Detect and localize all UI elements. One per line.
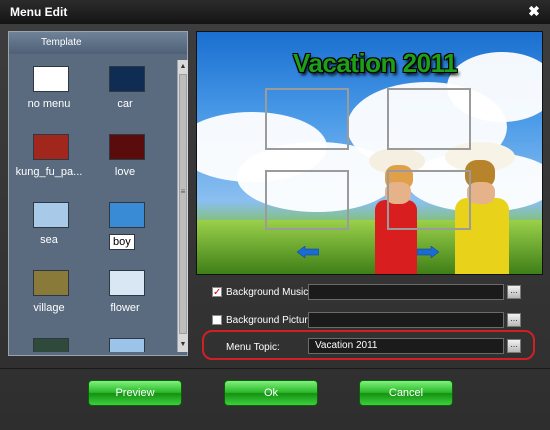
menu-title-text: Vacation 2011 <box>293 48 458 78</box>
preview-button[interactable]: Preview <box>88 380 182 406</box>
chapter-frame[interactable] <box>265 88 349 150</box>
ok-button[interactable]: Ok <box>224 380 318 406</box>
template-item[interactable]: car <box>89 60 161 126</box>
template-item[interactable]: village <box>13 264 85 330</box>
title-bar: Menu Edit ✖ <box>0 0 550 25</box>
background-music-label: Background Music: <box>226 287 312 298</box>
template-list: no menu car kung_fu_pa... love sea boy village… <box>13 60 177 352</box>
background-music-field[interactable] <box>308 284 504 300</box>
chapter-frame[interactable] <box>387 170 471 230</box>
template-header-label: Template <box>41 37 82 48</box>
menu-topic-label: Menu Topic: <box>226 342 280 353</box>
template-thumbnail[interactable] <box>109 202 145 228</box>
template-thumbnail[interactable] <box>109 134 145 160</box>
scroll-down-icon[interactable]: ▼ <box>178 340 188 350</box>
divider <box>0 368 550 369</box>
background-picture-field[interactable] <box>308 312 504 328</box>
template-thumbnail[interactable] <box>109 270 145 296</box>
template-item[interactable]: boy <box>89 196 161 262</box>
template-item[interactable]: flower <box>89 264 161 330</box>
scroll-thumb[interactable]: ≡ <box>179 74 187 334</box>
template-label: village <box>33 302 65 314</box>
person-shoulders <box>467 182 495 204</box>
template-label: car <box>117 98 133 110</box>
template-thumbnail[interactable] <box>109 66 145 92</box>
template-thumbnail[interactable] <box>33 338 69 352</box>
template-thumbnail[interactable] <box>109 338 145 352</box>
template-label: boy <box>109 234 135 250</box>
template-label: love <box>114 166 136 178</box>
menu-topic-browse-button[interactable]: ... <box>507 339 521 353</box>
template-item[interactable]: sea <box>13 196 85 262</box>
menu-topic-input[interactable]: Vacation 2011 <box>308 338 504 354</box>
template-thumbnail[interactable] <box>33 134 69 160</box>
right-arrow-icon[interactable] <box>417 246 439 258</box>
window-title: Menu Edit <box>10 5 68 19</box>
chapter-frame[interactable] <box>387 88 471 150</box>
background-picture-browse-button[interactable]: ... <box>507 313 521 327</box>
template-thumbnail[interactable] <box>33 66 69 92</box>
template-item[interactable]: love <box>89 128 161 194</box>
template-item[interactable]: kung_fu_pa... <box>13 128 85 194</box>
template-scrollbar[interactable]: ▲ ≡ ▼ <box>177 60 188 352</box>
background-picture-checkbox[interactable] <box>212 315 222 325</box>
template-item[interactable]: no menu <box>13 60 85 126</box>
background-picture-label: Background Picture: <box>226 315 317 326</box>
menu-preview: Vacation 2011 <box>196 31 543 275</box>
template-panel: Template no menu car kung_fu_pa... love sea b… <box>8 31 188 356</box>
chapter-frame[interactable] <box>265 170 349 230</box>
template-header: Template <box>9 32 187 54</box>
close-icon[interactable]: ✖ <box>526 3 542 19</box>
scroll-grip-icon: ≡ <box>180 187 186 196</box>
menu-topic-row: Menu Topic: <box>226 339 306 355</box>
template-label: sea <box>40 234 58 246</box>
template-thumbnail[interactable] <box>33 202 69 228</box>
template-item[interactable] <box>89 332 161 352</box>
template-label: no menu <box>27 98 71 110</box>
left-arrow-icon[interactable] <box>297 246 319 258</box>
background-music-browse-button[interactable]: ... <box>507 285 521 299</box>
template-item[interactable] <box>13 332 85 352</box>
scroll-up-icon[interactable]: ▲ <box>178 62 188 72</box>
template-label: flower <box>110 302 140 314</box>
background-music-checkbox[interactable]: ✓ <box>212 287 222 298</box>
template-thumbnail[interactable] <box>33 270 69 296</box>
cancel-button[interactable]: Cancel <box>359 380 453 406</box>
template-label: kung_fu_pa... <box>15 166 83 178</box>
